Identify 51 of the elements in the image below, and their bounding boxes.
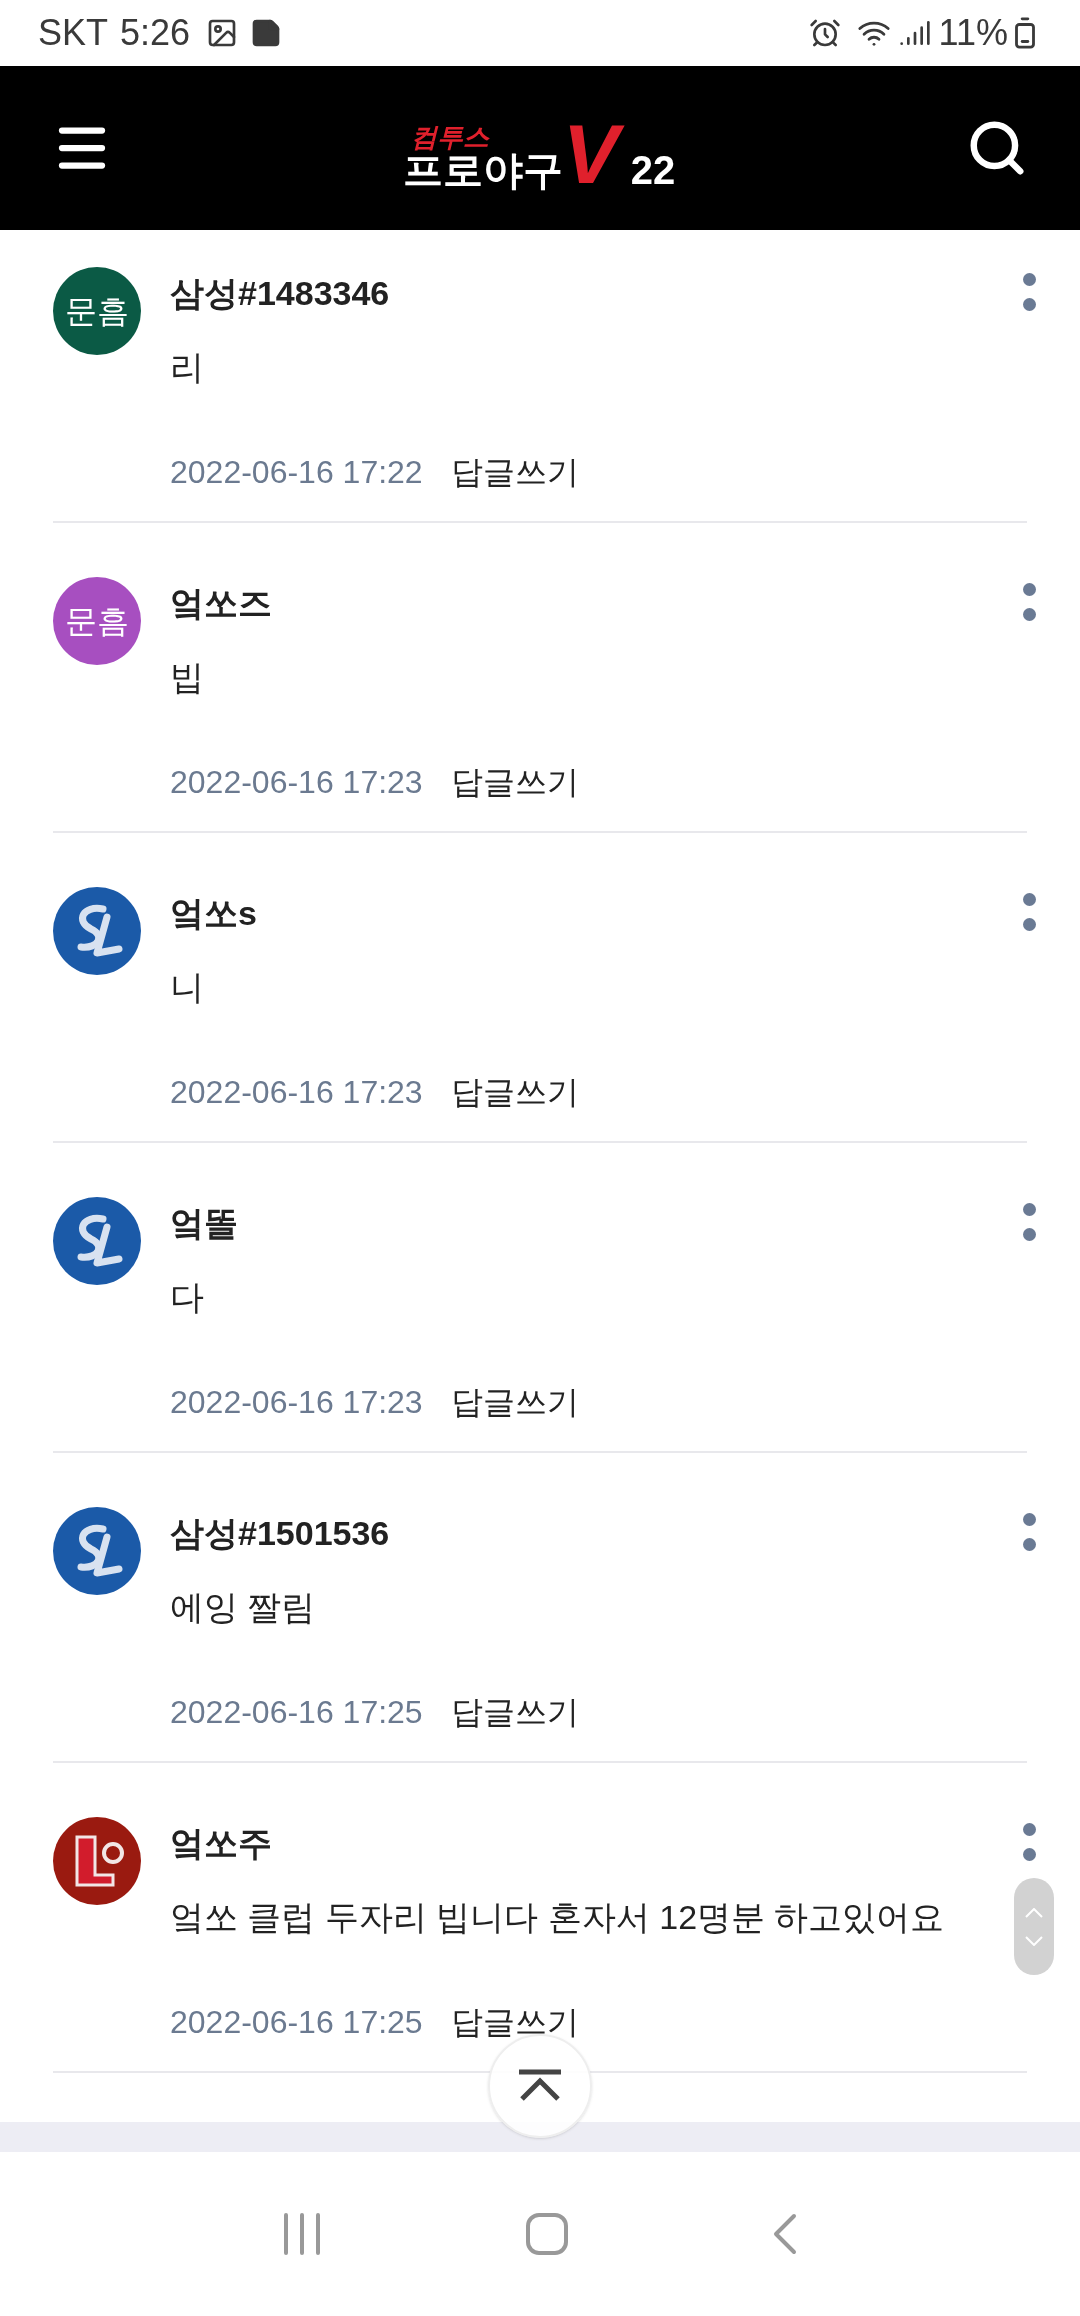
comment-date: 2022-06-16 17:25 <box>170 1693 423 1732</box>
more-button[interactable] <box>1023 1203 1037 1241</box>
author-name: 삼성#1501536 <box>170 1513 391 1554</box>
comment-text: 니 <box>170 967 205 1008</box>
comment-date: 2022-06-16 17:23 <box>170 763 423 802</box>
author-name: 엌쏘즈 <box>170 583 273 624</box>
comment-date: 2022-06-16 17:23 <box>170 1073 423 1112</box>
comment-text: 에잉 짤림 <box>170 1587 317 1628</box>
logo-icon <box>53 1197 141 1285</box>
more-button[interactable] <box>1023 1513 1037 1551</box>
chevron-up-icon <box>1025 1907 1043 1918</box>
logo-number: 22 <box>630 150 676 191</box>
scroll-handle[interactable] <box>1014 1878 1054 1975</box>
comment-text: 리 <box>170 347 205 388</box>
avatar: 문흠 <box>53 267 141 355</box>
logo-mark: V <box>562 105 631 203</box>
logo-title: 프로야구 <box>402 150 563 191</box>
author-name: 엌쏘주 <box>170 1823 273 1864</box>
author-name: 삼성#1483346 <box>170 273 391 314</box>
logo-brand: 컴투스 <box>410 124 489 151</box>
logo-icon <box>53 1507 141 1595</box>
reply-link[interactable]: 답글쓰기 <box>450 456 579 488</box>
reply-link[interactable]: 답글쓰기 <box>450 1076 579 1108</box>
battery-percent: 11% <box>938 11 1008 55</box>
carrier: SKT <box>38 11 108 55</box>
author-name: 엌쏘s <box>170 893 258 934</box>
author-name: 엌똘 <box>170 1203 239 1244</box>
home-icon[interactable] <box>525 2212 569 2256</box>
clock: 5:26 <box>120 11 191 55</box>
comment-text: 엌쏘 클럽 두자리 빕니다 혼자서 12명분 하고있어요 <box>170 1897 946 1938</box>
reply-link[interactable]: 답글쓰기 <box>450 766 579 798</box>
reply-link[interactable]: 답글쓰기 <box>450 1696 579 1728</box>
logo-icon <box>53 1817 141 1905</box>
more-button[interactable] <box>1023 583 1037 621</box>
comment-text: 빕 <box>170 657 205 698</box>
reply-link[interactable]: 답글쓰기 <box>450 1386 579 1418</box>
comment-date: 2022-06-16 17:23 <box>170 1383 423 1422</box>
reply-link[interactable]: 답글쓰기 <box>450 2006 579 2038</box>
logo-icon <box>53 887 141 975</box>
comment-date: 2022-06-16 17:22 <box>170 453 423 492</box>
alarm-icon <box>808 17 841 49</box>
back-icon[interactable] <box>772 2213 799 2255</box>
avatar: 문흠 <box>53 577 141 665</box>
recent-apps-icon[interactable] <box>281 2213 322 2255</box>
comment-text: 다 <box>170 1277 205 1318</box>
chevron-down-icon <box>1025 1935 1043 1946</box>
more-button[interactable] <box>1023 1823 1037 1861</box>
more-button[interactable] <box>1023 273 1037 311</box>
more-button[interactable] <box>1023 893 1037 931</box>
chevron-up-icon <box>516 2069 564 2103</box>
comment-date: 2022-06-16 17:25 <box>170 2003 423 2042</box>
